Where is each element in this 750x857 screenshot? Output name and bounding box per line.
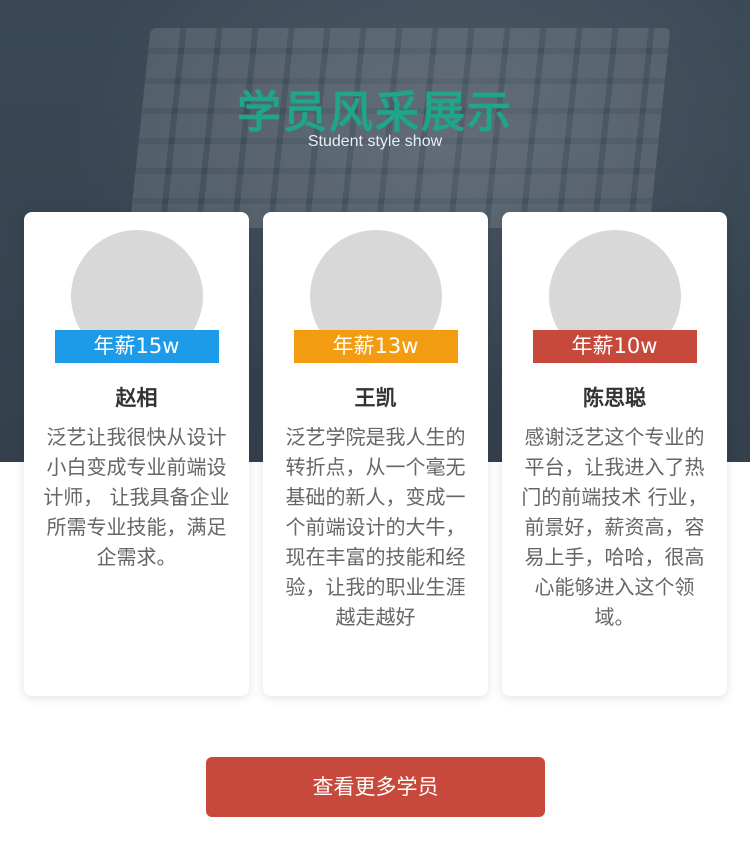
salary-badge: 年薪15w [54,330,219,363]
student-card: 年薪10w 陈思聪 感谢泛艺这个专业的平台，让我进入了热门的前端技术 行业， 前… [502,212,727,696]
student-description: 感谢泛艺这个专业的平台，让我进入了热门的前端技术 行业， 前景好，薪资高，容易上… [521,425,708,629]
student-card: 年薪15w 赵相 泛艺让我很快从设计小白变成专业前端设计师， 让我具备企业所需专… [24,212,249,696]
view-more-students-button[interactable]: 查看更多学员 [206,757,545,817]
student-name: 王凯 [354,386,397,410]
student-name: 陈思聪 [583,386,646,410]
salary-badge: 年薪13w [293,330,458,363]
section-title: 学员风采展示 [237,87,513,138]
salary-badge: 年薪10w [532,330,697,363]
student-description: 泛艺学院是我人生的转折点，从一个毫无基础的新人，变成一个前端设计的大牛， 现在丰… [285,425,466,629]
student-name: 赵相 [115,386,158,410]
student-description: 泛艺让我很快从设计小白变成专业前端设计师， 让我具备企业所需专业技能，满足企需求… [43,425,230,569]
student-card: 年薪13w 王凯 泛艺学院是我人生的转折点，从一个毫无基础的新人，变成一个前端设… [263,212,488,696]
section-subtitle: Student style show [307,133,443,150]
